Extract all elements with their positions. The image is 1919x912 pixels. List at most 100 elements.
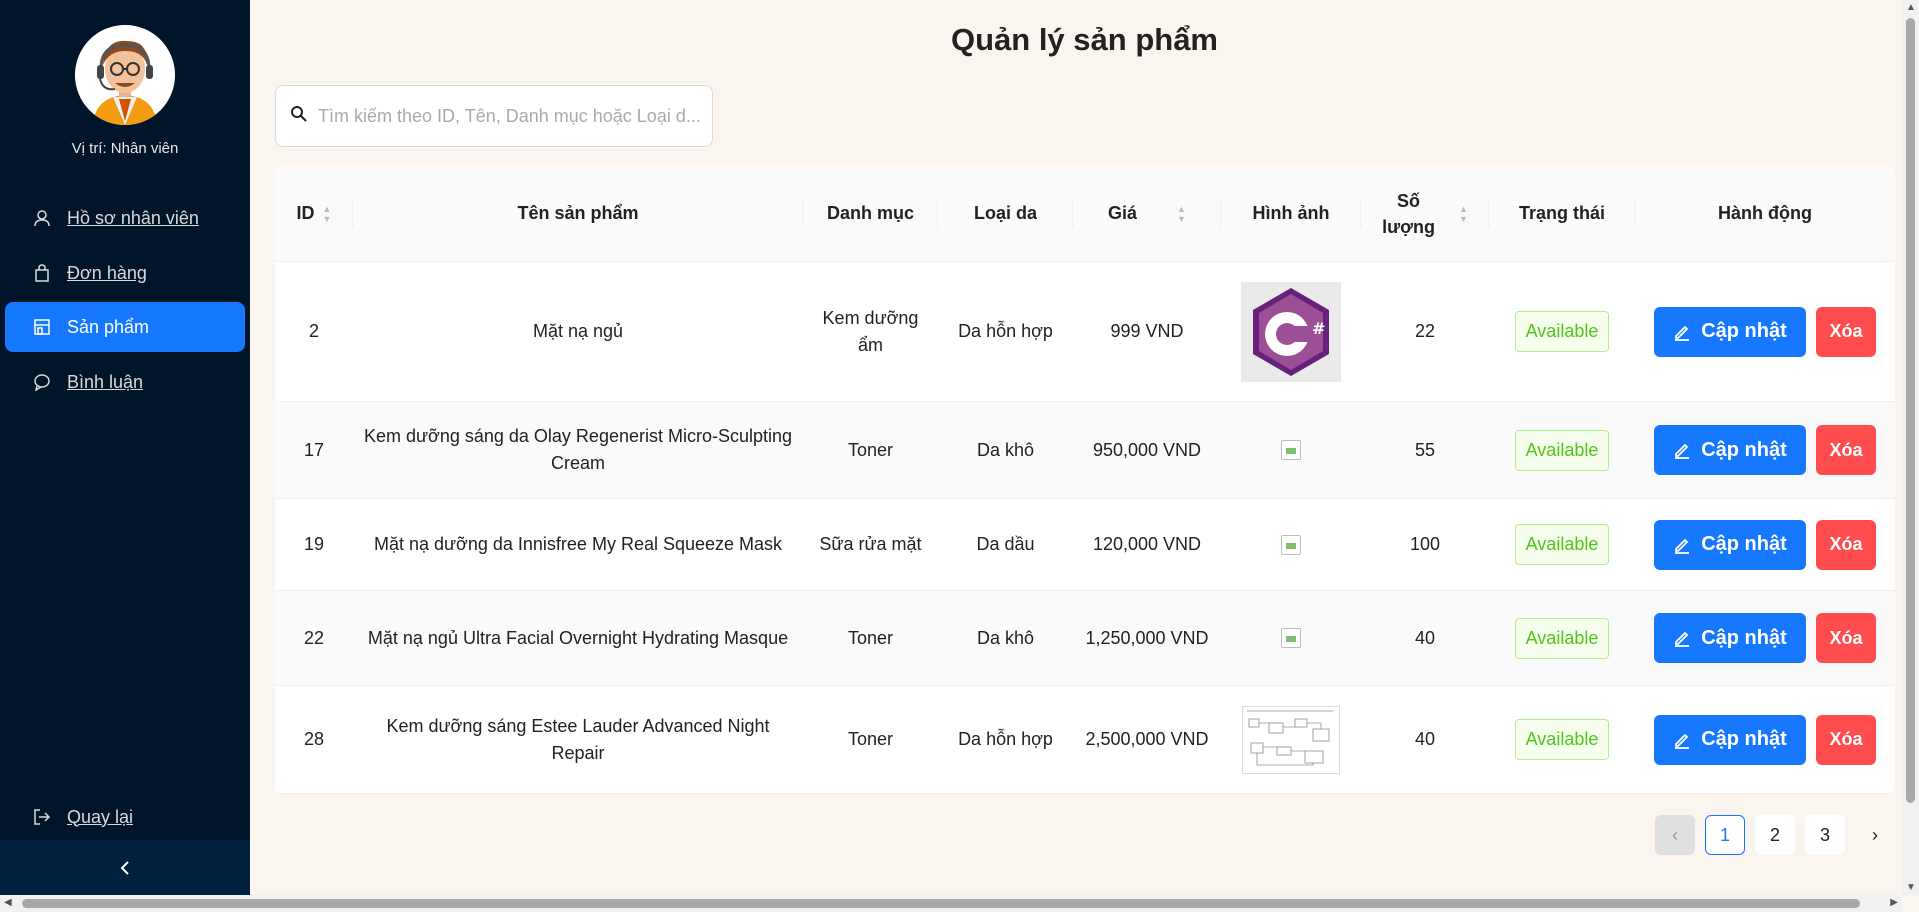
cell-action: Cập nhật Xóa <box>1635 686 1895 793</box>
sidebar-item-label: Hồ sơ nhân viên <box>67 207 199 228</box>
search-input[interactable] <box>318 105 708 127</box>
search-icon <box>290 105 308 128</box>
column-label: Danh mục <box>826 203 914 223</box>
cell-status: Available <box>1489 262 1635 401</box>
column-label: Số lượng <box>1382 188 1435 240</box>
broken-image-icon <box>1281 628 1301 648</box>
status-badge: Available <box>1514 617 1610 659</box>
scroll-left-icon[interactable]: ◀ <box>4 897 12 908</box>
vertical-scroll-thumb[interactable] <box>1906 18 1915 803</box>
status-badge: Available <box>1514 429 1610 471</box>
cell-price: 2,500,000 VND <box>1085 729 1209 749</box>
cell-category: Toner <box>847 729 894 749</box>
table-row: 22 Mặt nạ ngủ Ultra Facial Overnight Hyd… <box>275 591 1895 686</box>
column-header-category: Danh mục <box>803 166 938 261</box>
column-label: Tên sản phẩm <box>517 203 639 223</box>
update-button[interactable]: Cập nhật <box>1654 306 1806 357</box>
delete-button[interactable]: Xóa <box>1816 613 1876 663</box>
cell-action: Cập nhật Xóa <box>1635 499 1895 590</box>
chevron-left-icon: ‹ <box>1672 824 1678 845</box>
column-header-price[interactable]: Giá ▲ ▼ <box>1073 166 1221 261</box>
next-page-button[interactable]: › <box>1855 815 1895 855</box>
status-badge: Available <box>1514 524 1610 565</box>
prev-page-button[interactable]: ‹ <box>1655 815 1695 855</box>
horizontal-scroll-thumb[interactable] <box>22 899 1860 908</box>
cell-quantity: 40 <box>1414 627 1436 648</box>
cell-quantity: 22 <box>1414 321 1436 341</box>
comment-icon <box>33 373 51 391</box>
horizontal-scrollbar[interactable]: ◀ ▶ <box>0 895 1902 912</box>
page-button[interactable]: 2 <box>1755 815 1795 855</box>
column-header-id[interactable]: ID ▲ ▼ <box>275 166 353 261</box>
cell-status: Available <box>1489 686 1635 793</box>
cell-image: # <box>1221 262 1361 401</box>
cell-quantity: 40 <box>1414 729 1436 749</box>
cell-action: Cập nhật Xóa <box>1635 402 1895 498</box>
cell-image <box>1221 591 1361 685</box>
cell-status: Available <box>1489 402 1635 498</box>
sidebar-item-label: Bình luận <box>67 371 144 392</box>
cell-price: 999 VND <box>1110 321 1184 341</box>
edit-icon <box>1673 731 1691 749</box>
cell-price: 950,000 VND <box>1092 439 1202 460</box>
column-header-status: Trạng thái <box>1489 166 1635 261</box>
cell-skin: Da khô <box>976 439 1035 460</box>
chevron-right-icon: › <box>1872 824 1878 845</box>
cell-category: Toner <box>847 627 894 648</box>
cell-action: Cập nhật Xóa <box>1635 591 1895 685</box>
sidebar-item-products[interactable]: Sản phẩm <box>5 302 245 352</box>
page-button[interactable]: 3 <box>1805 815 1845 855</box>
column-label: Giá <box>1108 203 1138 223</box>
delete-button[interactable]: Xóa <box>1816 714 1876 765</box>
cell-price: 120,000 VND <box>1092 534 1202 554</box>
scroll-up-icon[interactable]: ▲ <box>1906 2 1916 13</box>
cell-category: Sữa rửa mặt <box>819 534 922 554</box>
cell-id: 19 <box>303 534 325 554</box>
cell-id: 28 <box>303 729 325 749</box>
delete-button[interactable]: Xóa <box>1816 306 1876 357</box>
employee-avatar <box>75 25 175 125</box>
sidebar-item-orders[interactable]: Đơn hàng <box>5 248 245 298</box>
update-button[interactable]: Cập nhật <box>1654 519 1806 570</box>
edit-icon <box>1673 629 1691 647</box>
back-label: Quay lại <box>67 806 134 827</box>
sidebar-collapse-button[interactable] <box>0 840 250 900</box>
scroll-down-icon[interactable]: ▼ <box>1906 882 1916 893</box>
product-image-csharp-logo: # <box>1241 281 1341 382</box>
update-button[interactable]: Cập nhật <box>1654 613 1806 663</box>
page-button[interactable]: 1 <box>1705 815 1745 855</box>
pagination: ‹ 1 2 3 › <box>1655 815 1905 855</box>
status-badge: Available <box>1514 311 1610 352</box>
column-header-action: Hành động <box>1635 166 1895 261</box>
cell-skin: Da hỗn hợp <box>958 321 1053 341</box>
sort-icon[interactable]: ▲ ▼ <box>1177 204 1186 224</box>
broken-image-icon <box>1281 440 1301 460</box>
table-body: 2 Mặt nạ ngủ Kem dưỡng ẩm Da hỗn hợp 999… <box>275 262 1895 794</box>
cell-name: Mặt nạ ngủ <box>532 321 624 341</box>
delete-button[interactable]: Xóa <box>1816 519 1876 570</box>
update-button[interactable]: Cập nhật <box>1654 425 1806 475</box>
sort-icon[interactable]: ▲ ▼ <box>323 204 332 224</box>
sidebar-item-comments[interactable]: Bình luận <box>5 357 245 407</box>
edit-icon <box>1673 536 1691 554</box>
delete-button[interactable]: Xóa <box>1816 425 1876 475</box>
edit-icon <box>1673 323 1691 341</box>
sort-icon[interactable]: ▲ ▼ <box>1459 204 1468 224</box>
status-badge: Available <box>1514 719 1610 760</box>
cell-name: Kem dưỡng sáng Estee Lauder Advanced Nig… <box>386 715 770 763</box>
column-label: Trạng thái <box>1518 203 1605 223</box>
search-box[interactable] <box>275 85 713 147</box>
table-header: ID ▲ ▼ Tên sản phẩm Danh mục Loại da Giá … <box>275 166 1895 262</box>
update-button[interactable]: Cập nhật <box>1654 714 1806 765</box>
sidebar-item-profile[interactable]: Hồ sơ nhân viên <box>5 193 245 243</box>
cell-quantity: 100 <box>1409 534 1441 554</box>
update-label: Cập nhật <box>1701 626 1787 649</box>
table-row: 2 Mặt nạ ngủ Kem dưỡng ẩm Da hỗn hợp 999… <box>275 262 1895 402</box>
cell-name: Mặt nạ dưỡng da Innisfree My Real Squeez… <box>373 534 783 554</box>
vertical-scrollbar[interactable]: ▲ ▼ <box>1902 0 1919 895</box>
column-header-quantity[interactable]: Số lượng ▲ ▼ <box>1361 166 1489 261</box>
column-label: Hành động <box>1718 203 1812 223</box>
update-label: Cập nhật <box>1701 320 1787 342</box>
scroll-right-icon[interactable]: ▶ <box>1890 897 1898 908</box>
back-link[interactable]: Quay lại <box>5 792 245 842</box>
